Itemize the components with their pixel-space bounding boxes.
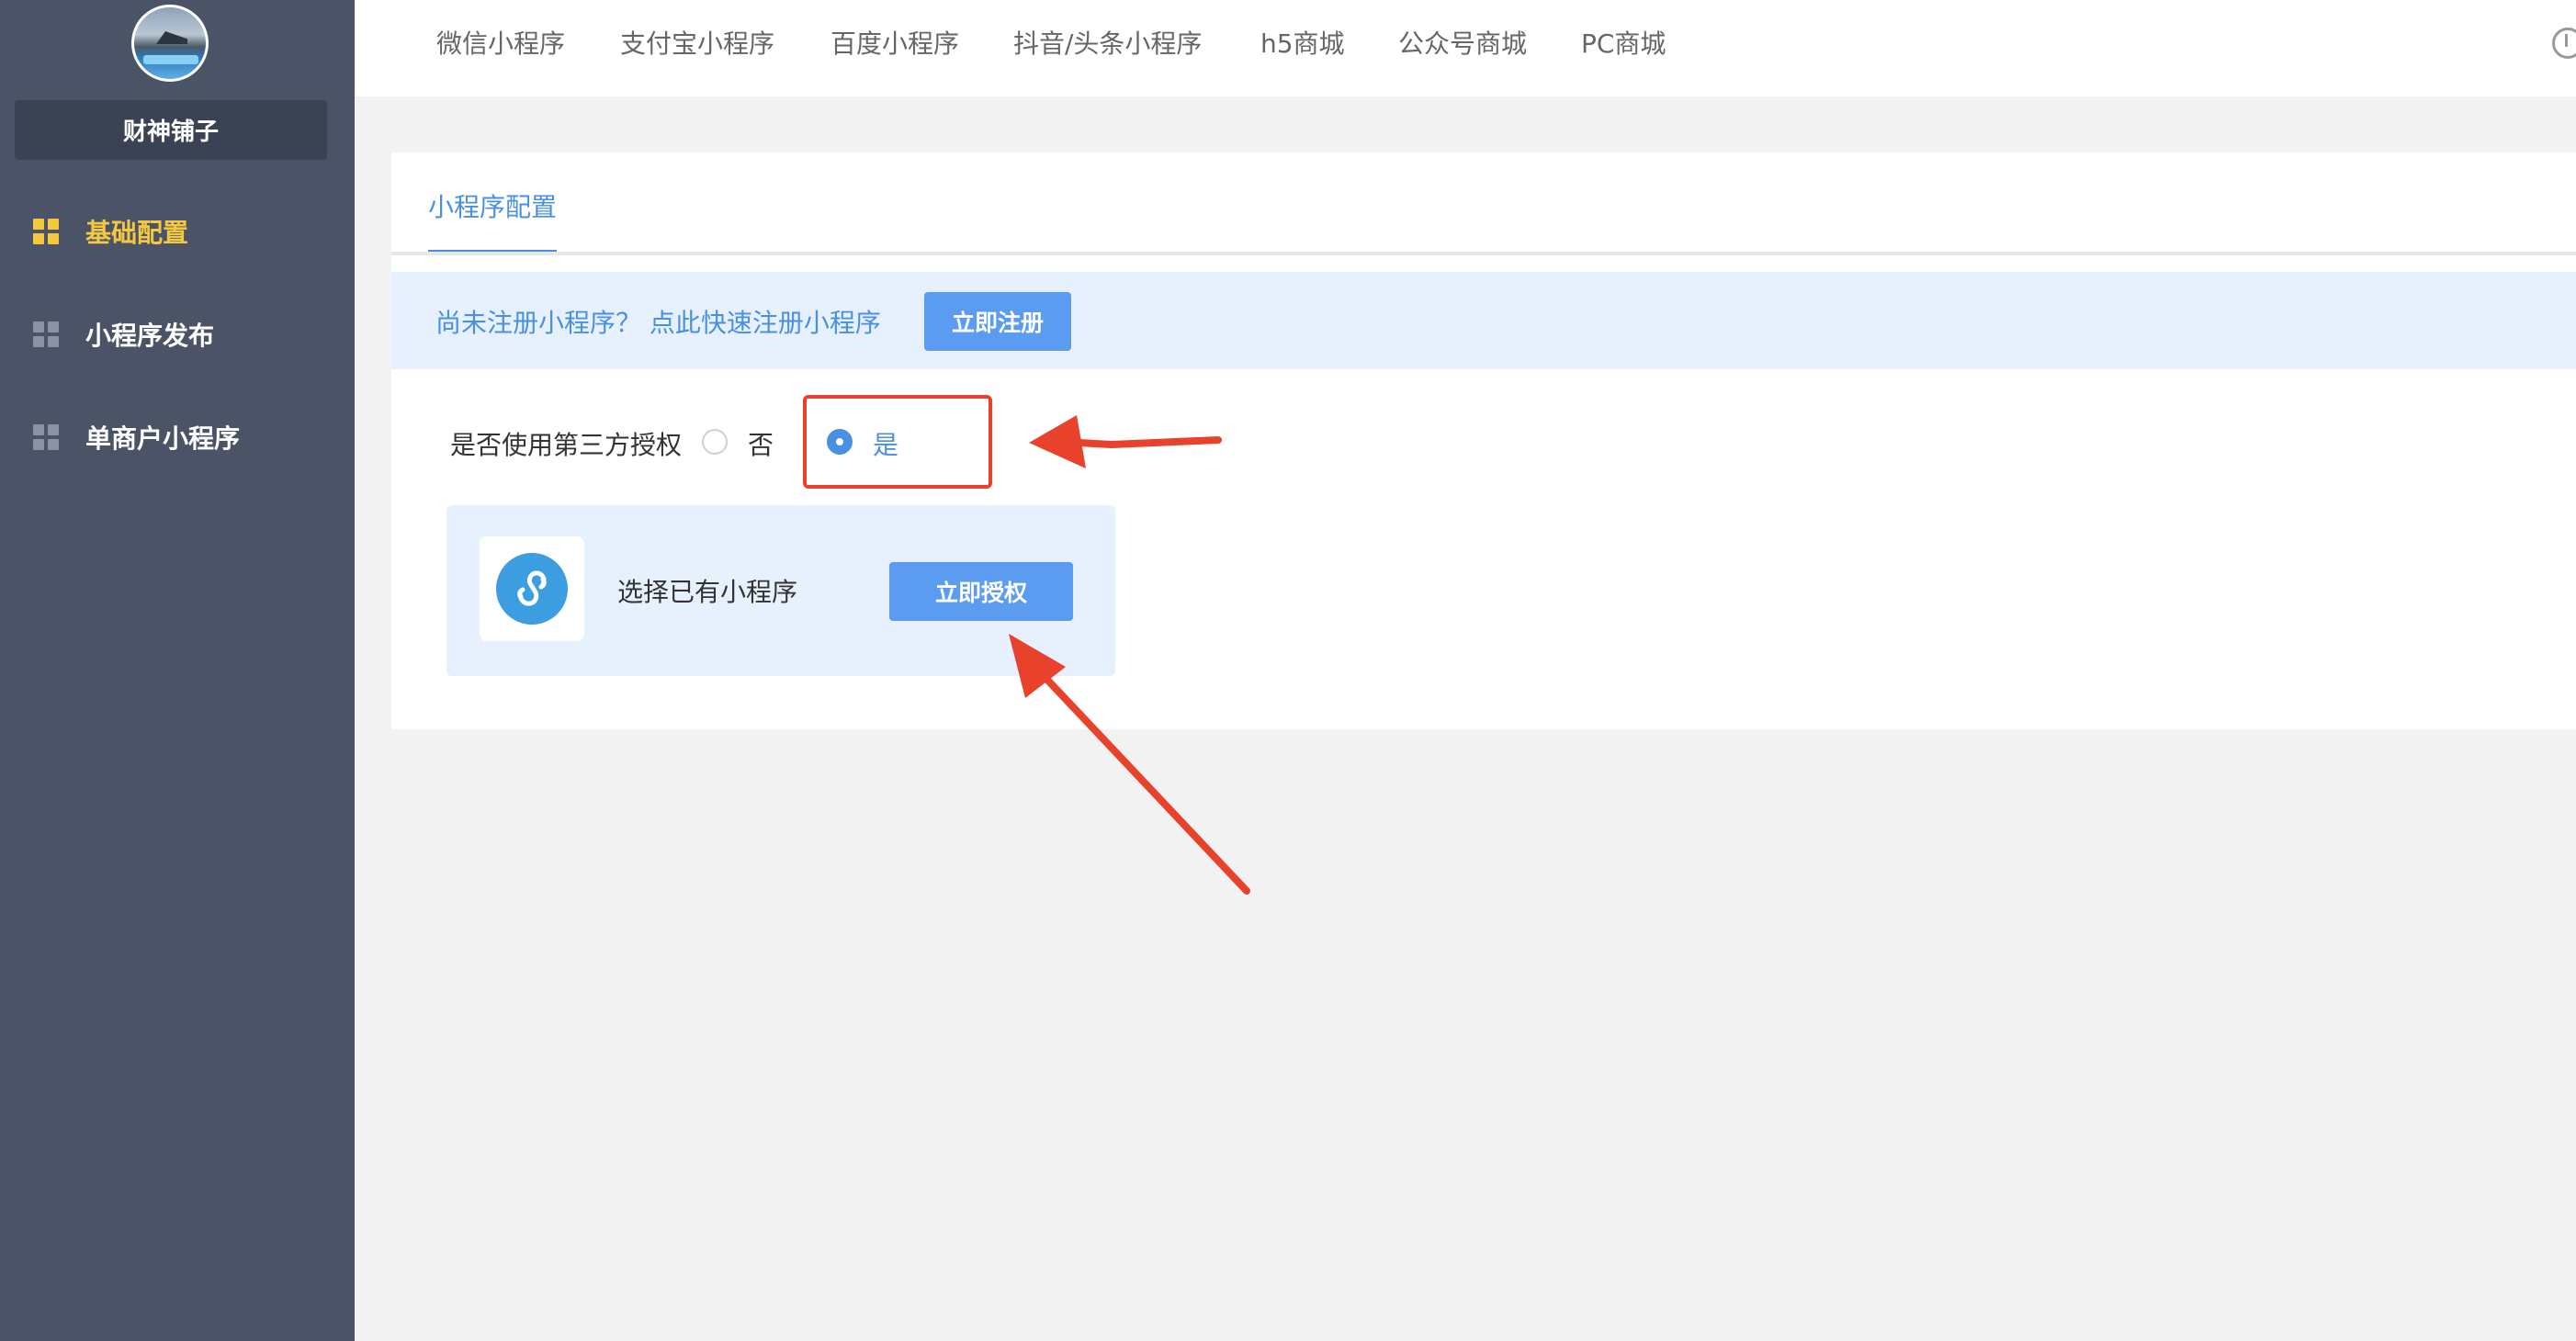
tab-alipay-mini-program[interactable]: 支付宝小程序 — [620, 24, 774, 61]
authorize-now-button[interactable]: 立即授权 — [889, 562, 1073, 621]
mini-program-panel: 选择已有小程序 立即授权 — [446, 505, 1115, 676]
avatar[interactable] — [131, 5, 209, 82]
shop-name: 财神铺子 — [15, 100, 327, 160]
tab-wechat-mini-program[interactable]: 微信小程序 — [436, 24, 565, 61]
avatar-roof — [156, 31, 187, 44]
grid-icon — [33, 424, 59, 450]
tab-divider — [391, 252, 2576, 255]
sidebar-item-label: 单商户小程序 — [85, 423, 241, 454]
sidebar-item-label: 小程序发布 — [85, 321, 215, 351]
tab-mini-program-config[interactable]: 小程序配置 — [428, 187, 558, 254]
register-now-button[interactable]: 立即注册 — [924, 292, 1071, 351]
sidebar: 财神铺子 基础配置 小程序发布 单商户小程序 — [0, 0, 355, 1341]
register-notice-link[interactable]: 尚未注册小程序？ 点此快速注册小程序 — [435, 303, 881, 340]
third-party-auth-label: 是否使用第三方授权 — [450, 430, 683, 460]
register-notice: 尚未注册小程序？ 点此快速注册小程序 立即注册 — [391, 272, 2576, 369]
sidebar-item-label: 基础配置 — [85, 218, 189, 248]
mini-program-logo-icon — [496, 553, 568, 625]
download-icon[interactable] — [2552, 28, 2576, 59]
tab-baidu-mini-program[interactable]: 百度小程序 — [830, 24, 959, 61]
config-card: 小程序配置 尚未注册小程序？ 点此快速注册小程序 立即注册 是否使用第三方授权 … — [391, 152, 2576, 729]
select-existing-mini-program-text: 选择已有小程序 — [617, 577, 798, 607]
avatar-pool — [143, 55, 198, 64]
sidebar-item-single-merchant[interactable]: 单商户小程序 — [0, 400, 355, 474]
sidebar-item-basic-config[interactable]: 基础配置 — [0, 195, 355, 268]
grid-icon — [33, 321, 59, 347]
annotation-highlight-box — [803, 395, 992, 489]
sidebar-item-publish[interactable]: 小程序发布 — [0, 298, 355, 371]
grid-icon — [33, 219, 59, 244]
radio-no-label[interactable]: 否 — [748, 425, 774, 462]
tab-h5-mall[interactable]: h5商城 — [1260, 24, 1345, 61]
tab-douyin-mini-program[interactable]: 抖音/头条小程序 — [1013, 24, 1202, 61]
tab-pc-mall[interactable]: PC商城 — [1581, 24, 1666, 61]
radio-no[interactable] — [702, 429, 728, 455]
tab-official-account-mall[interactable]: 公众号商城 — [1398, 24, 1527, 61]
mini-program-logo-box — [480, 536, 584, 641]
